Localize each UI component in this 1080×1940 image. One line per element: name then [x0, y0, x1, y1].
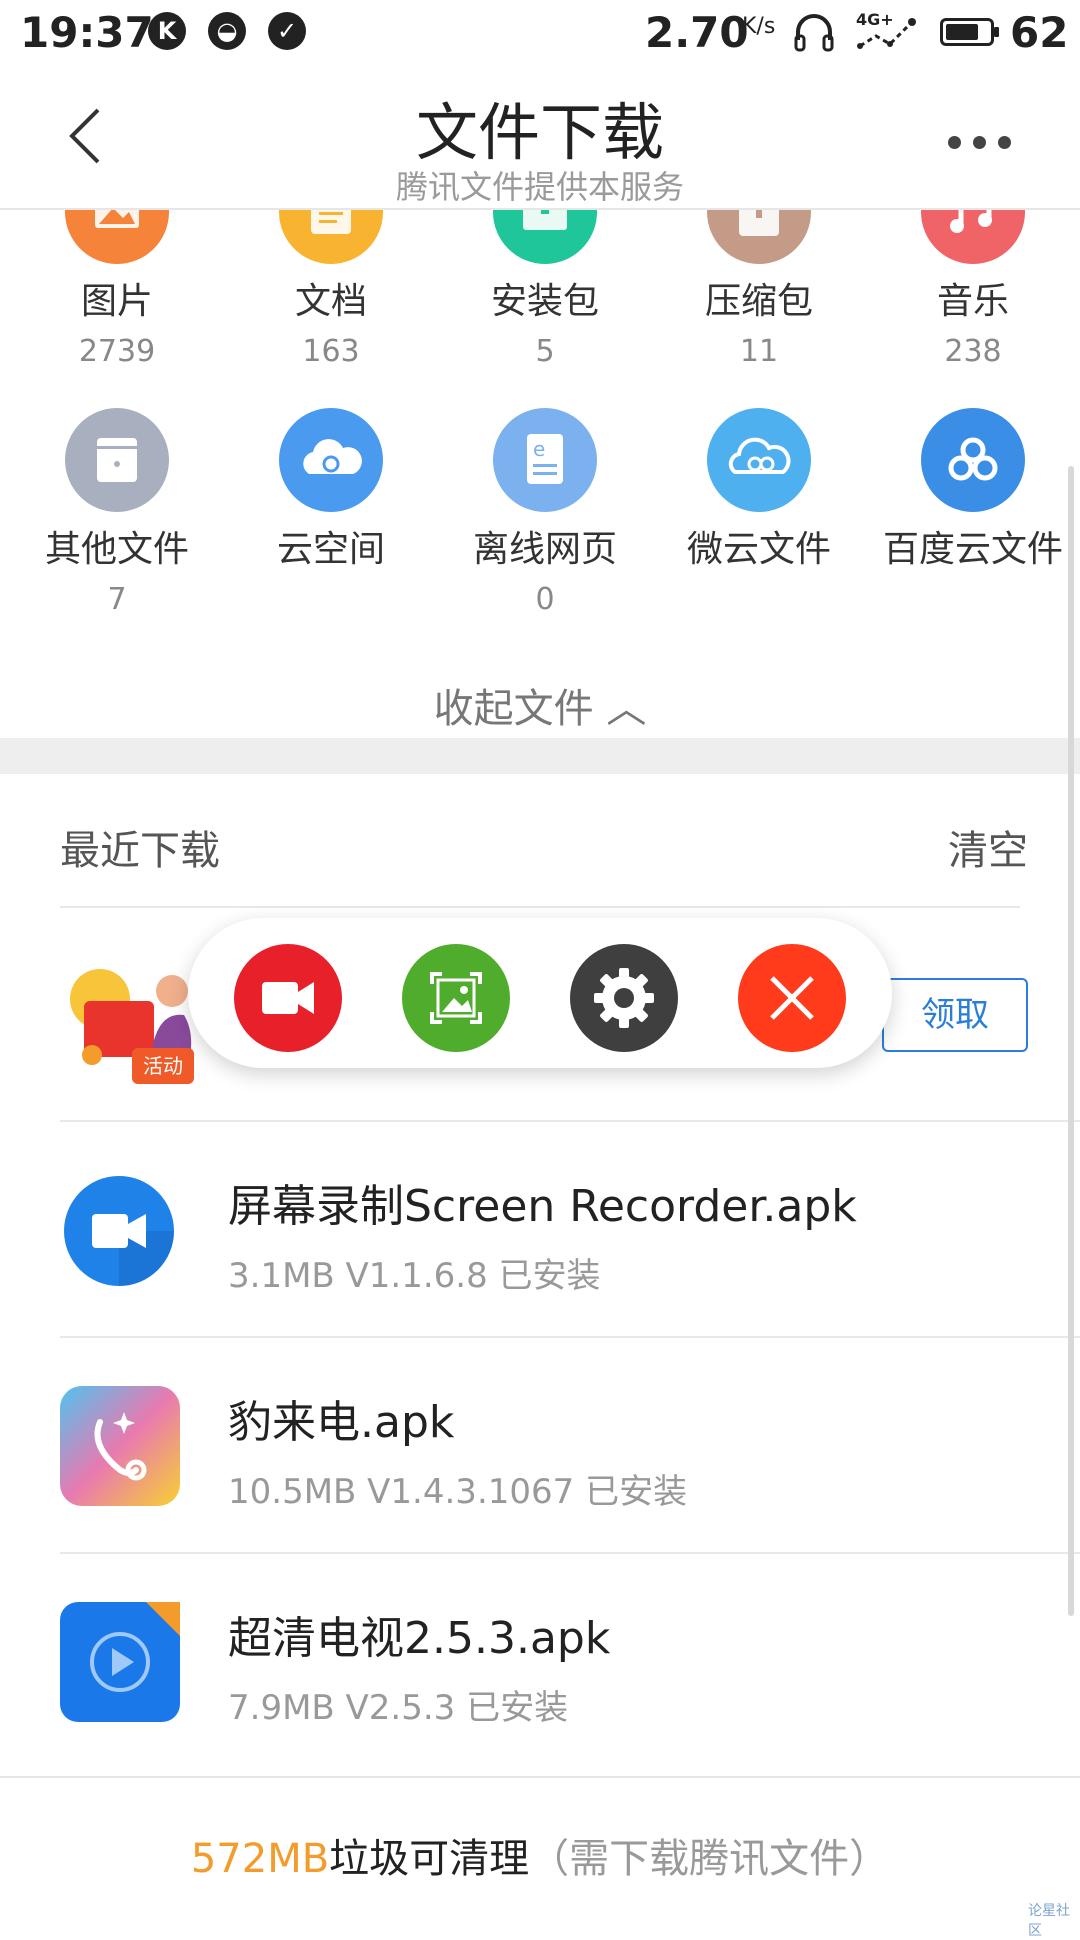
category-label: 安装包 — [490, 281, 599, 322]
activity-badge: 活动 — [132, 1048, 194, 1084]
tv-app-icon — [60, 1602, 180, 1722]
scrollbar[interactable] — [1068, 466, 1074, 1616]
category-label: 百度云文件 — [882, 529, 1063, 570]
k-app-icon: K — [148, 12, 186, 50]
header: 文件下载 腾讯文件提供本服务 — [0, 66, 1080, 210]
file-name: 豹来电.apk — [228, 1397, 455, 1448]
status-time: 19:37 — [20, 8, 154, 57]
record-video-button[interactable] — [234, 944, 342, 1052]
category-label: 文档 — [294, 281, 367, 322]
image-icon — [65, 210, 169, 264]
category-music[interactable]: 音乐 238 — [866, 210, 1080, 369]
recent-downloads-title: 最近下载 — [60, 828, 220, 874]
screenshot-button[interactable] — [402, 944, 510, 1052]
category-grid: 图片 2739 文档 163 安装包 5 压缩包 11 音乐 238 其他文件 — [0, 210, 1080, 750]
floating-toolbar — [188, 918, 892, 1068]
list-item[interactable]: 屏幕录制Screen Recorder.apk 3.1MB V1.1.6.8 已… — [0, 1122, 1060, 1336]
headset-icon — [794, 14, 834, 52]
cleanup-bar[interactable]: 572MB垃圾可清理（需下载腾讯文件） — [0, 1776, 1080, 1922]
category-archives[interactable]: 压缩包 11 — [652, 210, 866, 369]
cleanup-text: 572MB垃圾可清理（需下载腾讯文件） — [0, 1826, 1080, 1884]
category-label: 图片 — [80, 281, 153, 322]
cloud-sync-icon — [279, 408, 383, 512]
category-count: 0 — [535, 582, 555, 617]
more-menu-icon[interactable] — [948, 136, 1012, 150]
category-offline-pages[interactable]: e 离线网页 0 — [438, 408, 652, 617]
list-item[interactable]: 豹来电.apk 10.5MB V1.4.3.1067 已安装 — [0, 1338, 1060, 1552]
category-count: 7 — [107, 582, 127, 617]
list-item[interactable]: 超清电视2.5.3.apk 7.9MB V2.5.3 已安装 — [0, 1554, 1060, 1768]
category-other[interactable]: 其他文件 7 — [10, 408, 224, 617]
section-divider — [0, 738, 1080, 774]
file-meta: 7.9MB V2.5.3 已安装 — [228, 1688, 569, 1728]
status-bar: 19:37 K ◒ ✓ 2.70 K/s 4G+ 62 — [0, 0, 1080, 66]
file-name: 超清电视2.5.3.apk — [228, 1613, 611, 1664]
category-cloud-space[interactable]: 云空间 — [224, 408, 438, 572]
offline-page-icon: e — [493, 408, 597, 512]
gear-icon — [594, 968, 654, 1028]
category-documents[interactable]: 文档 163 — [224, 210, 438, 369]
gallery-icon — [430, 972, 482, 1024]
battery-icon — [940, 18, 999, 46]
video-camera-icon — [262, 982, 314, 1014]
collapse-files-button[interactable]: 收起文件 ︿ — [0, 676, 1080, 734]
signal-icon — [857, 18, 916, 49]
category-label: 其他文件 — [44, 529, 189, 570]
svg-text:e: e — [533, 437, 545, 461]
music-icon — [921, 210, 1025, 264]
screen-recorder-app-icon — [64, 1176, 174, 1286]
category-images[interactable]: 图片 2739 — [10, 210, 224, 369]
emoji-icon: ◒ — [208, 12, 246, 50]
document-icon — [279, 210, 383, 264]
category-weiyun[interactable]: 微云文件 — [652, 408, 866, 572]
baidu-cloud-icon — [921, 408, 1025, 512]
battery-level: 62 — [1010, 8, 1069, 57]
cleanup-amount: 572MB — [190, 1836, 330, 1882]
file-meta: 10.5MB V1.4.3.1067 已安装 — [228, 1472, 688, 1512]
category-label: 压缩包 — [704, 281, 813, 322]
file-meta: 3.1MB V1.1.6.8 已安装 — [228, 1256, 601, 1296]
other-file-icon — [65, 408, 169, 512]
category-packages[interactable]: 安装包 5 — [438, 210, 652, 369]
close-icon — [770, 976, 814, 1020]
baolaidian-app-icon — [60, 1386, 180, 1506]
weiyun-icon — [707, 408, 811, 512]
page-title: 文件下载 — [415, 96, 664, 169]
cleanup-label: 垃圾可清理 — [329, 1836, 530, 1882]
category-count: 238 — [944, 334, 1002, 369]
category-count: 11 — [739, 334, 779, 369]
category-count: 5 — [535, 334, 555, 369]
network-speed: 2.70 — [645, 8, 749, 57]
category-label: 云空间 — [276, 529, 385, 570]
check-circle-icon: ✓ — [268, 12, 306, 50]
clear-button[interactable]: 清空 — [948, 818, 1028, 876]
category-label: 离线网页 — [472, 529, 617, 570]
archive-icon — [707, 210, 811, 264]
category-label: 微云文件 — [686, 529, 831, 570]
claim-button[interactable]: 领取 — [882, 978, 1028, 1052]
category-label: 音乐 — [936, 281, 1009, 322]
category-count: 2739 — [78, 334, 156, 369]
category-count: 163 — [302, 334, 360, 369]
category-baidu-cloud[interactable]: 百度云文件 — [866, 408, 1080, 572]
package-icon — [493, 210, 597, 264]
file-name: 屏幕录制Screen Recorder.apk — [228, 1181, 857, 1232]
watermark: 论星社区 — [1028, 1903, 1070, 1939]
settings-button[interactable] — [570, 944, 678, 1052]
page-subtitle: 腾讯文件提供本服务 — [395, 168, 684, 206]
speed-unit: K/s — [742, 14, 776, 39]
close-button[interactable] — [738, 944, 846, 1052]
cleanup-hint: （需下载腾讯文件） — [529, 1836, 890, 1882]
